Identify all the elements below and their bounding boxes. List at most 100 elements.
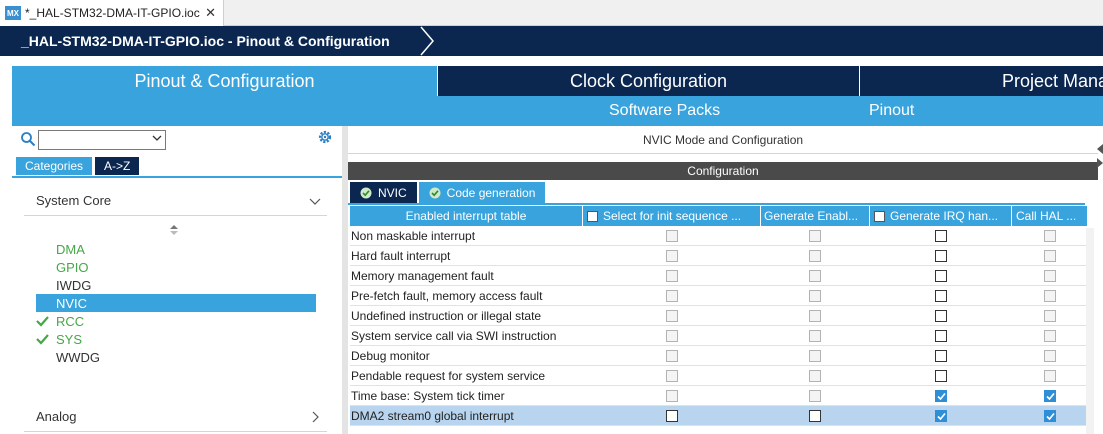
generate-enable-checkbox: [809, 250, 821, 262]
column-header-generate-irq-handler[interactable]: Generate IRQ han...: [870, 206, 1012, 226]
generate-irq-handler-checkbox[interactable]: [935, 390, 947, 402]
table-row[interactable]: Memory management fault: [350, 266, 1087, 286]
tab-nvic[interactable]: NVIC: [350, 182, 417, 203]
init-sequence-checkbox: [666, 270, 678, 282]
init-sequence-checkbox: [666, 290, 678, 302]
tab-code-generation[interactable]: Code generation: [418, 182, 546, 203]
interrupt-name: Memory management fault: [351, 269, 494, 283]
interrupt-name: Debug monitor: [351, 349, 430, 363]
column-header-interrupt[interactable]: Enabled interrupt table: [350, 206, 583, 226]
init-sequence-checkbox: [666, 390, 678, 402]
section-label: Analog: [36, 409, 77, 424]
tab-a-to-z[interactable]: A->Z: [95, 157, 140, 175]
init-sequence-checkbox: [666, 330, 678, 342]
breadcrumb-chevron-icon: [420, 26, 434, 56]
table-header: Enabled interrupt table Select for init …: [350, 206, 1087, 226]
column-header-init-sequence[interactable]: Select for init sequence ...: [583, 206, 761, 226]
peripheral-label: RCC: [56, 313, 85, 329]
init-sequence-checkbox: [666, 230, 678, 242]
configuration-tabs: NVIC Code generation: [350, 182, 546, 203]
breadcrumb-item-pinout-configuration[interactable]: _HAL-STM32-DMA-IT-GPIO.ioc - Pinout & Co…: [0, 26, 390, 56]
interrupt-name: Pendable request for system service: [351, 369, 546, 383]
search-row: [20, 130, 350, 150]
column-label: Enabled interrupt table: [405, 209, 527, 223]
checkmark-icon: [36, 315, 56, 327]
interrupt-name: Hard fault interrupt: [351, 249, 451, 263]
generate-enable-checkbox: [809, 230, 821, 242]
peripheral-item-wwdg[interactable]: WWDG: [36, 348, 316, 366]
peripheral-item-nvic[interactable]: NVIC: [36, 294, 316, 312]
peripheral-item-sys[interactable]: SYS: [36, 330, 316, 348]
call-hal-checkbox: [1044, 290, 1056, 302]
generate-irq-handler-checkbox[interactable]: [935, 230, 947, 242]
tab-pinout[interactable]: Pinout: [869, 96, 914, 126]
chevron-down-icon[interactable]: [152, 133, 162, 143]
tab-clock-configuration[interactable]: Clock Configuration: [437, 66, 859, 96]
table-row[interactable]: Hard fault interrupt: [350, 246, 1087, 266]
column-label: Generate IRQ han...: [890, 209, 999, 223]
tab-categories[interactable]: Categories: [16, 157, 93, 175]
interrupt-name: Non maskable interrupt: [351, 229, 476, 243]
table-row[interactable]: Non maskable interrupt: [350, 226, 1087, 246]
peripheral-item-iwdg[interactable]: IWDG: [36, 276, 316, 294]
check-circle-icon: [429, 187, 441, 198]
column-label: Select for init sequence ...: [603, 209, 742, 223]
generate-enable-checkbox: [809, 370, 821, 382]
configuration-header: Configuration: [348, 162, 1098, 180]
sub-tabs: Software Packs Pinout: [12, 96, 1103, 126]
peripheral-item-dma[interactable]: DMA: [36, 240, 316, 258]
peripheral-label: NVIC: [56, 295, 88, 311]
call-hal-checkbox: [1044, 370, 1056, 382]
generate-irq-handler-checkbox[interactable]: [935, 250, 947, 262]
search-input[interactable]: [38, 130, 166, 150]
select-all-checkbox[interactable]: [587, 210, 598, 222]
column-header-generate-enable[interactable]: Generate Enabl...: [761, 206, 870, 226]
section-system-core[interactable]: System Core: [24, 186, 327, 216]
main-tabs: Pinout & Configuration Clock Configurati…: [12, 66, 1103, 96]
column-header-call-hal[interactable]: Call HAL ...: [1012, 206, 1087, 226]
table-row[interactable]: Debug monitor: [350, 346, 1087, 366]
init-sequence-checkbox[interactable]: [666, 410, 678, 422]
table-row[interactable]: Pendable request for system service: [350, 366, 1087, 386]
peripheral-label: DMA: [56, 241, 85, 257]
table-row[interactable]: Undefined instruction or illegal state: [350, 306, 1087, 326]
generate-irq-handler-checkbox[interactable]: [935, 370, 947, 382]
generate-enable-checkbox[interactable]: [809, 410, 821, 422]
tab-label: NVIC: [378, 185, 407, 200]
close-icon[interactable]: ✕: [205, 5, 216, 21]
table-row[interactable]: System service call via SWI instruction: [350, 326, 1087, 346]
tab-pinout-configuration[interactable]: Pinout & Configuration: [12, 66, 437, 96]
editor-tab-strip: MX *_HAL-STM32-DMA-IT-GPIO.ioc ✕: [0, 0, 1103, 26]
editor-tab-ioc-file[interactable]: MX *_HAL-STM32-DMA-IT-GPIO.ioc ✕: [0, 0, 224, 26]
check-circle-icon: [360, 187, 372, 198]
peripheral-item-gpio[interactable]: GPIO: [36, 258, 316, 276]
nvic-configuration-panel: NVIC Mode and Configuration Configuratio…: [348, 126, 1103, 434]
tab-label: Code generation: [446, 185, 536, 200]
generate-enable-checkbox: [809, 310, 821, 322]
call-hal-checkbox[interactable]: [1044, 410, 1056, 422]
generate-irq-handler-checkbox[interactable]: [935, 270, 947, 282]
table-vertical-scrollbar[interactable]: [1086, 228, 1094, 434]
checkmark-icon: [36, 333, 56, 345]
generate-irq-handler-checkbox[interactable]: [935, 290, 947, 302]
generate-irq-handler-checkbox[interactable]: [935, 310, 947, 322]
generate-enable-checkbox: [809, 290, 821, 302]
tab-software-packs[interactable]: Software Packs: [609, 96, 720, 126]
sort-icon[interactable]: [169, 224, 179, 236]
call-hal-checkbox[interactable]: [1044, 390, 1056, 402]
table-row[interactable]: Time base: System tick timer: [350, 386, 1087, 406]
generate-irq-handler-checkbox[interactable]: [935, 350, 947, 362]
column-label: Generate Enabl...: [764, 209, 859, 223]
panel-collapse-arrow-icon[interactable]: [1097, 140, 1103, 170]
chevron-right-icon: [312, 411, 319, 422]
generate-irq-handler-checkbox[interactable]: [935, 410, 947, 422]
section-analog[interactable]: Analog: [24, 402, 327, 432]
gear-icon[interactable]: [317, 129, 333, 145]
call-hal-checkbox: [1044, 230, 1056, 242]
peripheral-item-rcc[interactable]: RCC: [36, 312, 316, 330]
generate-irq-handler-checkbox[interactable]: [935, 330, 947, 342]
tab-project-manager[interactable]: Project Mana: [859, 66, 1103, 96]
table-row[interactable]: Pre-fetch fault, memory access fault: [350, 286, 1087, 306]
table-row[interactable]: DMA2 stream0 global interrupt: [350, 406, 1087, 426]
select-all-checkbox[interactable]: [874, 210, 885, 222]
